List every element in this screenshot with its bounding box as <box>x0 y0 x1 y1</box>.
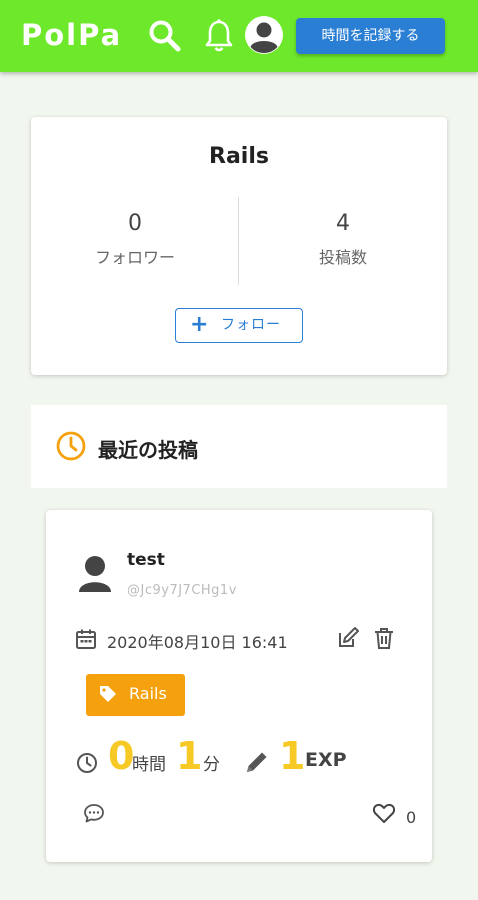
followers-count: 0 <box>128 211 142 236</box>
posts-count: 4 <box>336 211 350 236</box>
post-date: 2020年08月10日 16:41 <box>107 633 288 652</box>
followers-stat: 0 フォロワー <box>31 211 239 268</box>
posts-label: 投稿数 <box>318 248 367 267</box>
calendar-icon <box>76 629 96 649</box>
tag-icon <box>100 686 116 702</box>
trash-icon[interactable] <box>372 626 396 650</box>
profile-name: Rails <box>209 144 269 169</box>
minutes-value: 1 <box>176 734 203 778</box>
follow-button-label: フォロー <box>221 317 281 333</box>
tag-chip[interactable]: Rails <box>86 674 185 716</box>
follow-button[interactable]: + フォロー <box>175 308 303 343</box>
study-time-row: 0 時間 1 分 1 EXP <box>46 734 432 782</box>
clock-icon <box>56 431 86 461</box>
posts-stat: 4 投稿数 <box>239 211 447 268</box>
tag-label: Rails <box>129 684 167 703</box>
edit-icon[interactable] <box>336 626 360 650</box>
app-header: PolPa 時間を記録する <box>0 0 478 72</box>
app-logo[interactable]: PolPa <box>21 18 122 52</box>
like-count: 0 <box>406 808 417 827</box>
hours-unit: 時間 <box>132 755 166 775</box>
post-user-handle: @Jc9y7J7CHg1v <box>127 583 237 598</box>
recent-posts-header: 最近の投稿 <box>31 405 447 488</box>
exp-value: 1 <box>279 734 306 778</box>
post-card: test @Jc9y7J7CHg1v 2020年08月10日 16:41 Rai… <box>46 510 432 862</box>
user-avatar-icon[interactable] <box>76 554 114 594</box>
hours-value: 0 <box>108 734 135 778</box>
clock-icon <box>77 753 97 773</box>
post-username[interactable]: test <box>127 550 165 570</box>
minutes-unit: 分 <box>203 755 220 775</box>
recent-posts-title: 最近の投稿 <box>98 438 198 462</box>
followers-label: フォロワー <box>94 248 175 267</box>
heart-icon[interactable] <box>372 802 396 824</box>
plus-icon: + <box>190 312 209 337</box>
pencil-icon <box>247 752 267 772</box>
comment-icon[interactable] <box>83 802 105 824</box>
record-time-button[interactable]: 時間を記録する <box>296 18 445 54</box>
account-avatar-icon[interactable] <box>245 16 283 54</box>
search-icon[interactable] <box>147 18 183 54</box>
profile-card: Rails 0 フォロワー 4 投稿数 + フォロー <box>31 117 447 375</box>
exp-unit: EXP <box>305 749 347 771</box>
bell-icon[interactable] <box>203 18 235 54</box>
